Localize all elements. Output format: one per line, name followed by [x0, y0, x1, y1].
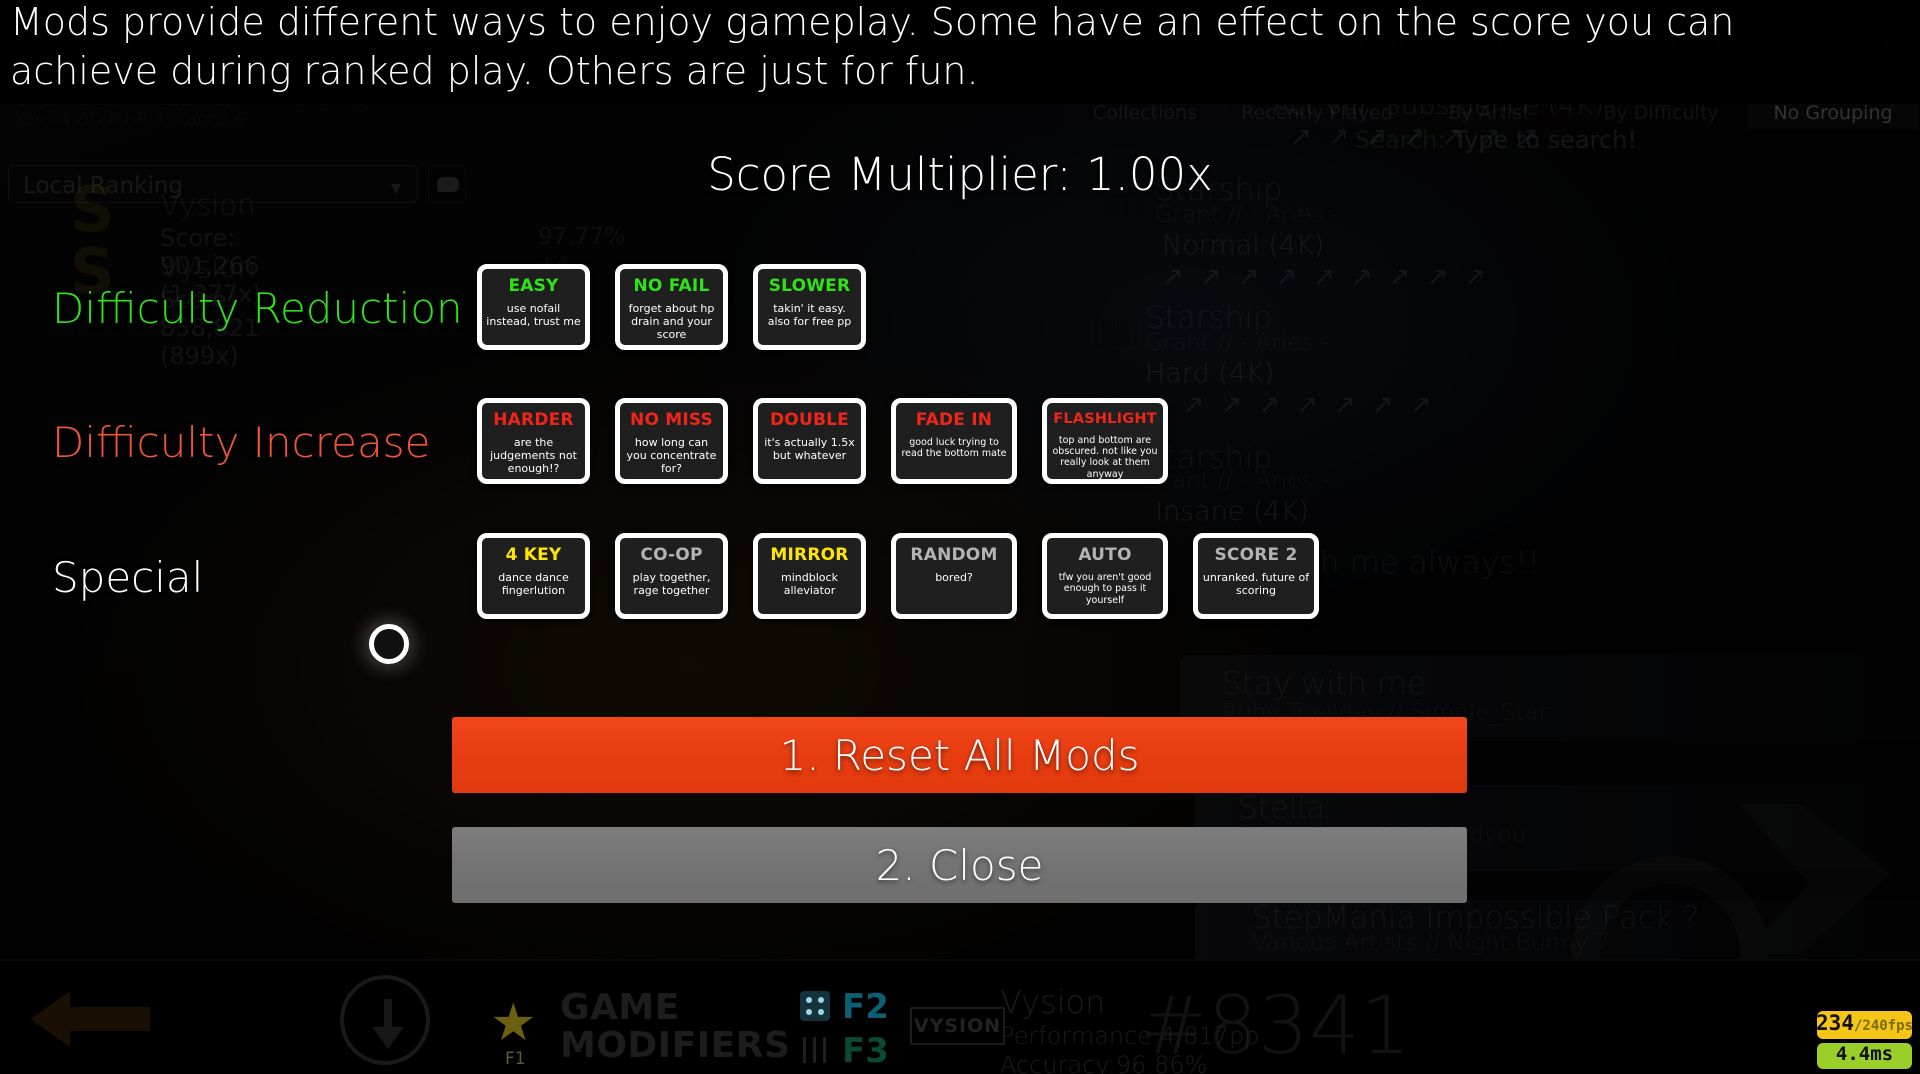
- mod-description: unranked. future of scoring: [1202, 571, 1310, 597]
- dice-icon[interactable]: [800, 991, 830, 1021]
- frametime-counter: 4.4ms: [1817, 1043, 1912, 1069]
- mod-description: forget about hp drain and your score: [628, 302, 715, 341]
- mod-row-difficulty-increase: HARDER are the judgements not enough!? N…: [477, 398, 1168, 484]
- mod-description: how long can you concentrate for?: [626, 436, 717, 475]
- game-modifiers-line-2: MODIFIERS: [560, 1024, 791, 1066]
- mouse-cursor: [369, 624, 409, 664]
- collapse-toolbar-button[interactable]: [340, 975, 430, 1065]
- mod-name: DOUBLE: [770, 410, 849, 430]
- mod-name: CO-OP: [640, 545, 703, 565]
- close-button[interactable]: 2. Close: [452, 827, 1467, 903]
- mod-button-4-key[interactable]: 4 KEY dance dance fingerlution: [477, 533, 590, 619]
- fps-target: /240fps: [1853, 1018, 1913, 1034]
- mod-button-mirror[interactable]: MIRROR mindblock alleviator: [753, 533, 866, 619]
- mod-button-no-miss[interactable]: NO MISS how long can you concentrate for…: [615, 398, 728, 484]
- mod-button-fade-in[interactable]: FADE IN good luck trying to read the bot…: [891, 398, 1017, 484]
- mod-button-flashlight[interactable]: FLASHLIGHT top and bottom are obscured. …: [1042, 398, 1168, 484]
- mod-description: play together, rage together: [632, 571, 711, 597]
- mod-button-easy[interactable]: EASY use nofail instead, trust me: [477, 264, 590, 350]
- mod-description: use nofail instead, trust me: [486, 302, 581, 328]
- score-multiplier-label: Score Multiplier: 1.00x: [707, 148, 1213, 201]
- game-modifiers-label[interactable]: GAME MODIFIERS: [560, 989, 790, 1065]
- mod-name: FLASHLIGHT: [1053, 411, 1157, 427]
- f2-key-hint: F2: [842, 987, 889, 1027]
- star-icon: ★: [490, 993, 537, 1053]
- description-line-2: achieve during ranked play. Others are j…: [10, 49, 979, 94]
- mod-name: NO MISS: [630, 410, 713, 430]
- mod-button-slower[interactable]: SLOWER takin' it easy. also for free pp: [753, 264, 866, 350]
- arrow-down-icon: [372, 999, 404, 1049]
- mod-button-auto[interactable]: AUTO tfw you aren't good enough to pass …: [1042, 533, 1168, 619]
- user-accuracy: Accuracy:96.86%: [1000, 1051, 1208, 1074]
- mod-button-random[interactable]: RANDOM bored?: [891, 533, 1017, 619]
- mod-description: dance dance fingerlution: [498, 571, 569, 597]
- mod-button-no-fail[interactable]: NO FAIL forget about hp drain and your s…: [615, 264, 728, 350]
- mod-name: MIRROR: [770, 545, 849, 565]
- description-line-1: Mods provide different ways to enjoy gam…: [10, 0, 1735, 44]
- mod-description: it's actually 1.5x but whatever: [764, 436, 855, 462]
- mod-description: top and bottom are obscured. not like yo…: [1052, 434, 1158, 480]
- mod-button-co-op[interactable]: CO-OP play together, rage together: [615, 533, 728, 619]
- mod-button-score-2[interactable]: SCORE 2 unranked. future of scoring: [1193, 533, 1319, 619]
- section-label-difficulty-increase: Difficulty Increase: [52, 418, 431, 467]
- fps-counter: 234 /240fps: [1816, 1011, 1913, 1039]
- mod-name: NO FAIL: [633, 276, 710, 296]
- f1-key-hint: F1: [505, 1049, 526, 1069]
- sliders-icon[interactable]: [800, 1035, 830, 1065]
- mod-name: FADE IN: [915, 410, 993, 430]
- mod-button-double[interactable]: DOUBLE it's actually 1.5x but whatever: [753, 398, 866, 484]
- mod-select-description: Mods provide different ways to enjoy gam…: [10, 0, 1910, 97]
- user-badge: VYSION: [910, 1007, 1005, 1045]
- game-modifiers-line-1: GAME: [560, 987, 680, 1028]
- mod-row-special: 4 KEY dance dance fingerlution CO-OP pla…: [477, 533, 1319, 619]
- mod-button-harder[interactable]: HARDER are the judgements not enough!?: [477, 398, 590, 484]
- bottom-toolbar: ★ F1 GAME MODIFIERS F2 F3 VYSION #8341 V…: [0, 959, 1920, 1074]
- mod-name: SLOWER: [768, 276, 851, 296]
- user-performance: Performance:4,817pp: [1000, 1022, 1260, 1050]
- mod-name: 4 KEY: [505, 545, 562, 565]
- section-label-difficulty-reduction: Difficulty Reduction: [52, 284, 463, 333]
- mod-description: are the judgements not enough!?: [490, 436, 577, 475]
- back-arrow-icon[interactable]: [30, 987, 150, 1051]
- fps-value: 234: [1816, 1011, 1854, 1035]
- f3-key-hint: F3: [842, 1031, 889, 1071]
- mod-name: EASY: [508, 276, 559, 296]
- mod-name: HARDER: [493, 410, 574, 430]
- mod-name: RANDOM: [910, 545, 998, 565]
- user-name: Vysion: [1000, 983, 1106, 1021]
- mod-row-difficulty-reduction: EASY use nofail instead, trust me NO FAI…: [477, 264, 866, 350]
- user-panel[interactable]: Vysion Performance:4,817pp Accuracy:96.8…: [1000, 983, 1259, 1074]
- mod-description: mindblock alleviator: [781, 571, 838, 597]
- mod-description: tfw you aren't good enough to pass it yo…: [1058, 572, 1152, 606]
- mod-description: bored?: [935, 571, 973, 584]
- mod-name: AUTO: [1078, 545, 1132, 565]
- reset-all-mods-button[interactable]: 1. Reset All Mods: [452, 717, 1467, 793]
- mod-description: takin' it easy. also for free pp: [767, 302, 852, 328]
- section-label-special: Special: [52, 553, 204, 602]
- mod-description: good luck trying to read the bottom mate: [901, 437, 1007, 460]
- mod-name: SCORE 2: [1214, 545, 1298, 565]
